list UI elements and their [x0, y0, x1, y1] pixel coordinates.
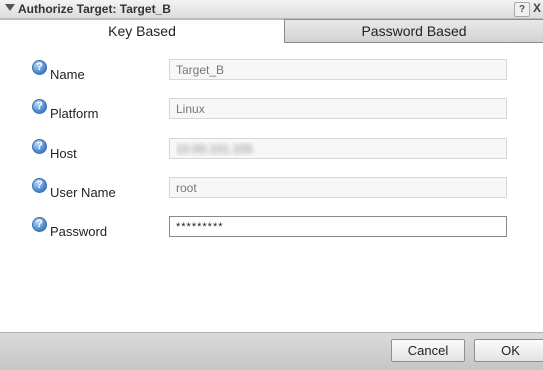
dialog-footer: Cancel OK: [0, 332, 543, 370]
help-icon[interactable]: ?: [32, 99, 47, 114]
cancel-button[interactable]: Cancel: [391, 339, 465, 362]
help-icon[interactable]: ?: [32, 60, 47, 75]
collapse-triangle-icon[interactable]: [5, 4, 15, 11]
password-field[interactable]: [169, 216, 507, 237]
name-label: Name: [50, 67, 85, 82]
field-row-platform: ? Platform: [0, 98, 543, 125]
tab-password-based[interactable]: Password Based: [284, 19, 543, 43]
dialog-title: Authorize Target: Target_B: [18, 2, 171, 16]
help-icon[interactable]: ?: [32, 217, 47, 232]
help-icon[interactable]: ?: [32, 139, 47, 154]
close-button[interactable]: X: [533, 1, 541, 15]
username-field[interactable]: [169, 177, 507, 198]
dialog-titlebar: Authorize Target: Target_B ? X: [0, 0, 543, 19]
field-row-password: ? Password: [0, 216, 543, 243]
help-icon[interactable]: ?: [32, 178, 47, 193]
field-row-username: ? User Name: [0, 177, 543, 204]
tab-key-based[interactable]: Key Based: [0, 19, 284, 43]
username-label: User Name: [50, 185, 116, 200]
platform-label: Platform: [50, 106, 99, 121]
tab-bar: Key Based Password Based: [0, 19, 543, 43]
ok-button[interactable]: OK: [474, 339, 543, 362]
password-label: Password: [50, 224, 108, 239]
platform-field[interactable]: [169, 98, 507, 119]
host-label: Host: [50, 146, 77, 161]
help-button[interactable]: ?: [514, 2, 530, 17]
field-row-host: ? Host: [0, 138, 543, 165]
host-field[interactable]: [169, 138, 507, 159]
name-field[interactable]: [169, 59, 507, 80]
field-row-name: ? Name: [0, 59, 543, 86]
